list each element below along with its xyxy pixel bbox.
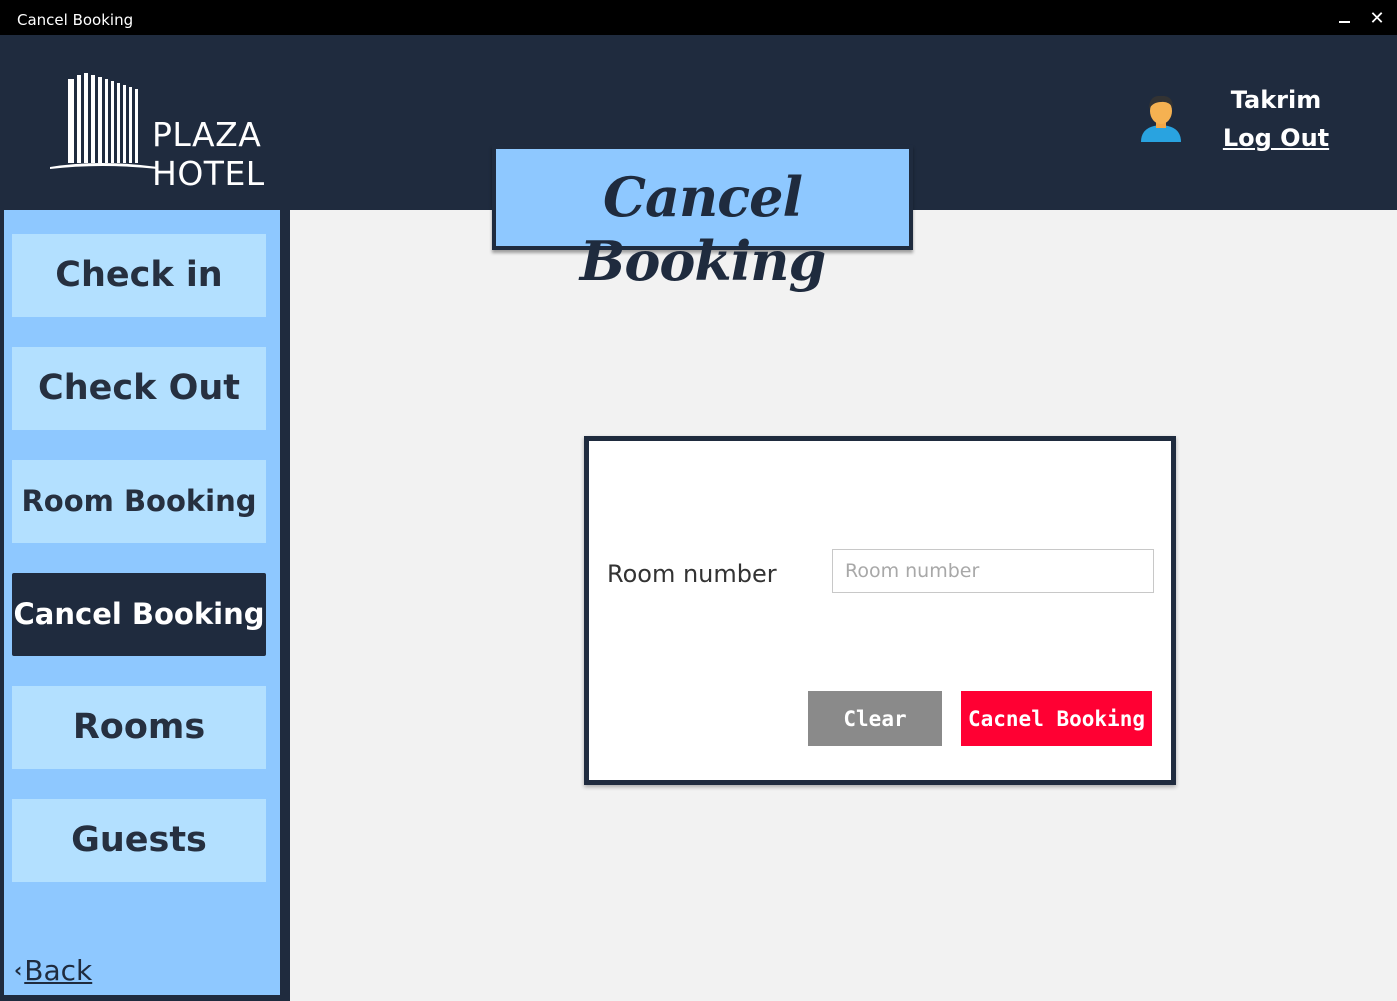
back-link[interactable]: ‹Back <box>14 954 92 987</box>
page-title: Cancel Booking <box>579 165 827 293</box>
chevron-left-icon: ‹ <box>14 958 23 982</box>
sidebar-item-cancel-booking[interactable]: Cancel Booking <box>12 573 266 656</box>
cancel-booking-button[interactable]: Cacnel Booking <box>961 691 1152 746</box>
room-number-input[interactable] <box>832 549 1154 593</box>
logo-text: PLAZA HOTEL <box>152 115 265 193</box>
window-titlebar: Cancel Booking ✕ <box>0 0 1397 35</box>
hotel-building-icon <box>50 73 158 169</box>
cancel-booking-form: Room number Clear Cacnel Booking <box>584 436 1176 785</box>
username-label: Takrim <box>1230 86 1322 114</box>
sidebar-item-rooms[interactable]: Rooms <box>12 686 266 769</box>
user-avatar-icon <box>1138 92 1184 144</box>
sidebar-item-check-in[interactable]: Check in <box>12 234 266 317</box>
minimize-icon[interactable] <box>1335 8 1355 28</box>
hotel-logo: PLAZA HOTEL <box>50 71 370 193</box>
window-title: Cancel Booking <box>17 11 134 29</box>
close-icon[interactable]: ✕ <box>1367 8 1387 28</box>
sidebar-item-check-out[interactable]: Check Out <box>12 347 266 430</box>
sidebar-item-guests[interactable]: Guests <box>12 799 266 882</box>
logout-link[interactable]: Log Out <box>1216 124 1336 152</box>
sidebar-item-room-booking[interactable]: Room Booking <box>12 460 266 543</box>
clear-button[interactable]: Clear <box>808 691 942 746</box>
page-title-banner: Cancel Booking <box>492 145 913 293</box>
back-label: Back <box>24 954 93 987</box>
room-number-label: Room number <box>607 560 777 588</box>
